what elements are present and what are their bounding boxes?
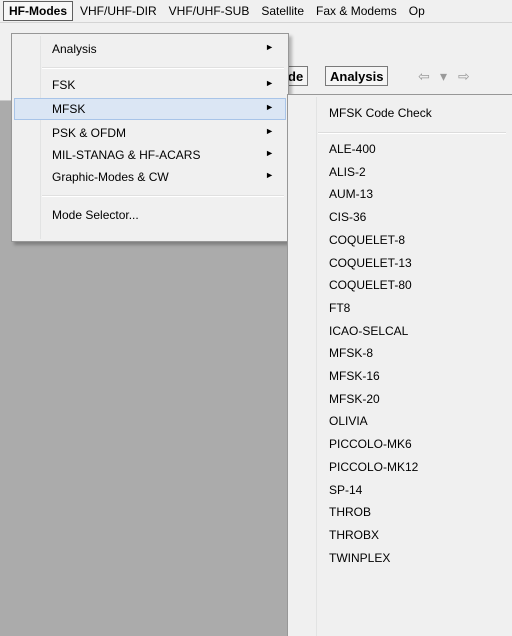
menu-item-mfsk-code-check[interactable]: MFSK Code Check [290,102,510,124]
menu-vhf-uhf-sub[interactable]: VHF/UHF-SUB [164,1,255,21]
menu-item-mode[interactable]: SP-14 [290,479,510,501]
menu-item-label: THROB [329,505,371,520]
menu-item-mfsk[interactable]: MFSK ► [14,98,286,120]
menu-item-label: COQUELET-8 [329,232,406,247]
submenu-arrow-icon: ► [265,42,274,52]
submenu-arrow-icon: ► [265,102,274,112]
menu-item-mode[interactable]: CIS-36 [290,206,510,228]
menu-item-label: CIS-36 [329,210,367,225]
menu-item-label: PICCOLO-MK6 [329,437,412,452]
menu-bar: HF-Modes VHF/UHF-DIR VHF/UHF-SUB Satelli… [0,0,512,23]
menu-item-mode[interactable]: COQUELET-13 [290,252,510,274]
submenu-arrow-icon: ► [265,170,274,180]
menu-item-mode[interactable]: THROB [290,501,510,523]
menu-item-mode[interactable]: COQUELET-80 [290,274,510,296]
menu-fax-modems[interactable]: Fax & Modems [311,1,402,21]
menu-separator [42,67,284,69]
menu-item-label: MFSK [52,102,86,116]
menu-hf-modes[interactable]: HF-Modes [3,1,73,21]
menu-item-label: ALE-400 [329,142,376,156]
menu-item-mode[interactable]: AUM-13 [290,183,510,205]
menu-item-label: SP-14 [329,482,363,497]
menu-item-label: MFSK-8 [329,346,374,361]
menu-item-label: MIL-STANAG & HF-ACARS [52,148,201,162]
menu-item-mode[interactable]: PICCOLO-MK12 [290,456,510,478]
menu-item-label: ALIS-2 [329,164,366,179]
menu-item-label: Analysis [52,42,97,56]
menu-item-mode[interactable]: MFSK-16 [290,365,510,387]
menu-item-mode[interactable]: COQUELET-8 [290,229,510,251]
mfsk-submenu: MFSK Code Check ALE-400 ALIS-2 AUM-13 CIS-3… [287,94,512,636]
menu-item-label: TWINPLEX [329,550,391,565]
menu-vhf-uhf-dir[interactable]: VHF/UHF-DIR [75,1,162,21]
menu-item-mode[interactable]: FT8 [290,297,510,319]
menu-item-mode[interactable]: ALE-400 [290,138,510,160]
history-dropdown-icon[interactable]: ▾ [440,66,447,86]
menu-item-mode[interactable]: THROBX [290,524,510,546]
menu-item-label: COQUELET-80 [329,278,412,293]
submenu-arrow-icon: ► [265,148,274,158]
menu-item-label: OLIVIA [329,414,368,429]
menu-item-label: AUM-13 [329,187,374,202]
menu-item-label: COQUELET-13 [329,255,412,270]
menu-item-graphic-modes-cw[interactable]: Graphic-Modes & CW ► [14,166,286,188]
menu-item-label: MFSK-16 [329,369,380,383]
forward-arrow-icon[interactable]: ⇨ [458,66,470,86]
menu-item-fsk[interactable]: FSK ► [14,74,286,96]
menu-item-label: THROBX [329,527,380,542]
menu-separator [318,132,506,134]
submenu-arrow-icon: ► [265,78,274,88]
menu-separator [42,195,284,197]
menu-item-label: MFSK-20 [329,391,380,406]
menu-item-mode[interactable]: ICAO-SELCAL [290,320,510,342]
menu-item-mil-stanag[interactable]: MIL-STANAG & HF-ACARS ► [14,144,286,166]
menu-item-mode-selector[interactable]: Mode Selector... [14,204,286,226]
menu-item-label: FSK [52,78,76,92]
menu-item-label: PICCOLO-MK12 [329,459,419,474]
menu-item-psk-ofdm[interactable]: PSK & OFDM ► [14,122,286,144]
menu-item-mode[interactable]: OLIVIA [290,410,510,432]
menu-item-mode[interactable]: PICCOLO-MK6 [290,433,510,455]
menu-item-label: Mode Selector... [52,208,139,222]
menu-item-mode[interactable]: TWINPLEX [290,547,510,569]
menu-item-mode[interactable]: ALIS-2 [290,161,510,183]
analysis-button[interactable]: Analysis [325,66,389,86]
menu-item-label: Graphic-Modes & CW [52,170,169,184]
menu-item-label: FT8 [329,300,351,315]
menu-item-mode[interactable]: MFSK-20 [290,388,510,410]
menu-item-mode[interactable]: MFSK-8 [290,342,510,364]
menu-item-label: ICAO-SELCAL [329,323,409,338]
menu-item-label: PSK & OFDM [52,126,127,140]
menu-options-partial[interactable]: Op [404,1,430,21]
menu-item-analysis[interactable]: Analysis ► [14,38,286,60]
submenu-arrow-icon: ► [265,126,274,136]
back-arrow-icon[interactable]: ⇦ [418,66,430,86]
hf-modes-menu: Analysis ► FSK ► MFSK ► PSK & OFDM ► MIL… [11,33,289,242]
menu-satellite[interactable]: Satellite [256,1,309,21]
menu-item-label: MFSK Code Check [329,106,432,120]
